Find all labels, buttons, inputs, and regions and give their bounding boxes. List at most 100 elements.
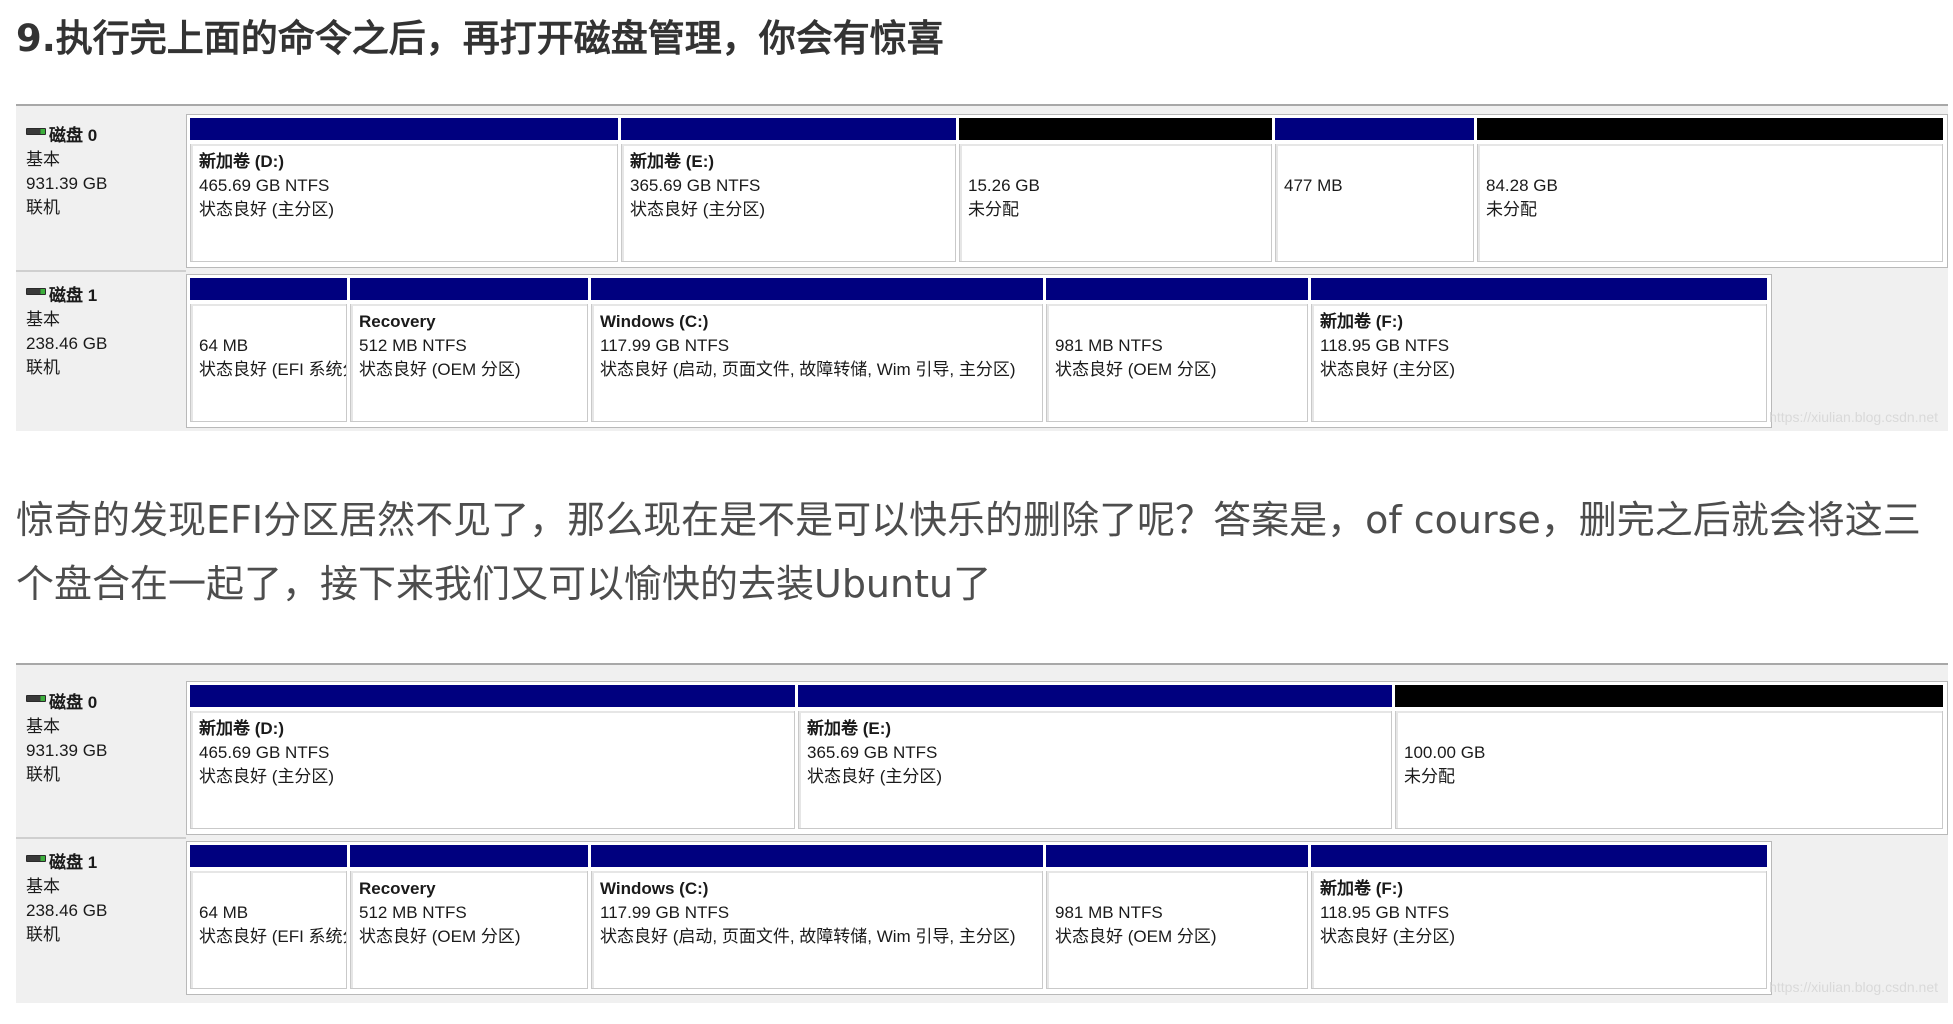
partition-size: 465.69 GB NTFS bbox=[199, 743, 330, 762]
partition-d[interactable]: 新加卷 (D:) 465.69 GB NTFS 状态良好 (主分区) bbox=[190, 685, 795, 829]
partition-f[interactable]: 新加卷 (F:) 118.95 GB NTFS 状态良好 (主分区) bbox=[1311, 845, 1767, 989]
partition-oem[interactable]: 981 MB NTFS 状态良好 (OEM 分区) bbox=[1046, 845, 1308, 989]
partition-efi[interactable]: 64 MB 状态良好 (EFI 系统分区) bbox=[190, 278, 347, 422]
partition-bar bbox=[190, 118, 618, 140]
partition-windows-c[interactable]: Windows (C:) 117.99 GB NTFS 状态良好 (启动, 页面… bbox=[591, 845, 1043, 989]
disk-size: 238.46 GB bbox=[26, 901, 108, 920]
row-divider bbox=[16, 270, 186, 272]
partition-bar bbox=[591, 278, 1043, 300]
partition-size: 477 MB bbox=[1284, 176, 1343, 195]
partition-bar bbox=[1395, 685, 1943, 707]
disk-icon bbox=[26, 287, 46, 295]
partition-name bbox=[199, 310, 340, 334]
partition-size: 512 MB NTFS bbox=[359, 336, 467, 355]
partition-strip: 64 MB 状态良好 (EFI 系统分区) Recovery 512 MB NT… bbox=[186, 274, 1772, 428]
partition-status: 状态良好 (EFI 系统分区) bbox=[199, 360, 346, 379]
disk-type: 基本 bbox=[26, 717, 60, 736]
partition-status: 状态良好 (启动, 页面文件, 故障转储, Wim 引导, 主分区) bbox=[600, 360, 1016, 379]
watermark: https://xiulian.blog.csdn.net bbox=[1769, 409, 1938, 425]
disk-info[interactable]: 磁盘 1 基本 238.46 GB 联机 bbox=[16, 841, 184, 947]
partition-name bbox=[968, 150, 1265, 174]
body-paragraph: 惊奇的发现EFI分区居然不见了，那么现在是不是可以快乐的删除了呢？答案是，of … bbox=[16, 498, 1921, 606]
section-heading: 9.执行完上面的命令之后，再打开磁盘管理，你会有惊喜 bbox=[16, 17, 944, 60]
watermark: https://xiulian.blog.csdn.net bbox=[1769, 979, 1938, 995]
disk-icon bbox=[26, 127, 46, 135]
partition-name bbox=[1055, 310, 1301, 334]
disk-status: 联机 bbox=[26, 198, 60, 217]
partition-e[interactable]: 新加卷 (E:) 365.69 GB NTFS 状态良好 (主分区) bbox=[798, 685, 1392, 829]
partition-size: 365.69 GB NTFS bbox=[630, 176, 761, 195]
partition-name: Windows (C:) bbox=[600, 312, 709, 331]
partition-size: 118.95 GB NTFS bbox=[1320, 903, 1450, 922]
partition-strip: 新加卷 (D:) 465.69 GB NTFS 状态良好 (主分区) 新加卷 (… bbox=[186, 681, 1948, 835]
partition-bar bbox=[621, 118, 956, 140]
disk-name: 磁盘 0 bbox=[49, 693, 98, 712]
partition-unallocated-1[interactable]: 15.26 GB 未分配 bbox=[959, 118, 1272, 262]
partition-status: 状态良好 (主分区) bbox=[807, 767, 943, 786]
disk-type: 基本 bbox=[26, 877, 60, 896]
partition-status: 状态良好 (OEM 分区) bbox=[359, 360, 521, 379]
partition-size: 512 MB NTFS bbox=[359, 903, 467, 922]
partition-efi[interactable]: 64 MB 状态良好 (EFI 系统分区) bbox=[190, 845, 347, 989]
partition-size: 117.99 GB NTFS bbox=[600, 903, 730, 922]
partition-status: 状态良好 (EFI 系统分区) bbox=[199, 927, 346, 946]
partition-recovery[interactable]: Recovery 512 MB NTFS 状态良好 (OEM 分区) bbox=[350, 278, 588, 422]
partition-name: Recovery bbox=[359, 879, 436, 898]
partition-status: 状态良好 (主分区) bbox=[1320, 360, 1456, 379]
partition-name: 新加卷 (E:) bbox=[807, 719, 892, 738]
disk-status: 联机 bbox=[26, 765, 60, 784]
partition-f[interactable]: 新加卷 (F:) 118.95 GB NTFS 状态良好 (主分区) bbox=[1311, 278, 1767, 422]
partition-windows-c[interactable]: Windows (C:) 117.99 GB NTFS 状态良好 (启动, 页面… bbox=[591, 278, 1043, 422]
partition-size: 981 MB NTFS bbox=[1055, 336, 1163, 355]
partition-name: 新加卷 (F:) bbox=[1320, 879, 1404, 898]
partition-size: 981 MB NTFS bbox=[1055, 903, 1163, 922]
partition-bar bbox=[190, 278, 347, 300]
partition-bar bbox=[798, 685, 1392, 707]
disk-type: 基本 bbox=[26, 310, 60, 329]
partition-d[interactable]: 新加卷 (D:) 465.69 GB NTFS 状态良好 (主分区) bbox=[190, 118, 618, 262]
row-divider bbox=[16, 837, 186, 839]
partition-bar bbox=[1311, 278, 1767, 300]
partition-bar bbox=[190, 845, 347, 867]
partition-status: 状态良好 (OEM 分区) bbox=[1055, 360, 1217, 379]
partition-status: 未分配 bbox=[968, 200, 1019, 219]
partition-bar bbox=[350, 278, 588, 300]
partition-size: 118.95 GB NTFS bbox=[1320, 336, 1450, 355]
partition-bar bbox=[190, 685, 795, 707]
partition-bar bbox=[959, 118, 1272, 140]
partition-status: 状态良好 (OEM 分区) bbox=[1055, 927, 1217, 946]
partition-unallocated-2[interactable]: 84.28 GB 未分配 bbox=[1477, 118, 1943, 262]
partition-bar bbox=[1311, 845, 1767, 867]
disk-management-panel-after: 磁盘 0 基本 931.39 GB 联机 新加卷 (D:) 465.69 GB … bbox=[16, 663, 1948, 1003]
partition-477mb[interactable]: 477 MB bbox=[1275, 118, 1474, 262]
disk-info[interactable]: 磁盘 1 基本 238.46 GB 联机 bbox=[16, 274, 184, 380]
partition-status: 未分配 bbox=[1486, 200, 1537, 219]
partition-oem[interactable]: 981 MB NTFS 状态良好 (OEM 分区) bbox=[1046, 278, 1308, 422]
disk-size: 931.39 GB bbox=[26, 741, 108, 760]
partition-size: 84.28 GB bbox=[1486, 176, 1558, 195]
partition-bar bbox=[1477, 118, 1943, 140]
disk-info[interactable]: 磁盘 0 基本 931.39 GB 联机 bbox=[16, 681, 184, 787]
partition-status: 状态良好 (启动, 页面文件, 故障转储, Wim 引导, 主分区) bbox=[600, 927, 1016, 946]
disk-icon bbox=[26, 694, 46, 702]
disk-name: 磁盘 1 bbox=[49, 853, 98, 872]
partition-bar bbox=[1046, 845, 1308, 867]
partition-bar bbox=[350, 845, 588, 867]
partition-status: 状态良好 (OEM 分区) bbox=[359, 927, 521, 946]
partition-strip: 64 MB 状态良好 (EFI 系统分区) Recovery 512 MB NT… bbox=[186, 841, 1772, 995]
partition-e[interactable]: 新加卷 (E:) 365.69 GB NTFS 状态良好 (主分区) bbox=[621, 118, 956, 262]
partition-status: 未分配 bbox=[1404, 767, 1455, 786]
partition-strip: 新加卷 (D:) 465.69 GB NTFS 状态良好 (主分区) 新加卷 (… bbox=[186, 114, 1948, 268]
partition-name bbox=[199, 877, 340, 901]
partition-size: 465.69 GB NTFS bbox=[199, 176, 330, 195]
disk-status: 联机 bbox=[26, 358, 60, 377]
partition-size: 100.00 GB bbox=[1404, 743, 1486, 762]
disk-status: 联机 bbox=[26, 925, 60, 944]
partition-unallocated[interactable]: 100.00 GB 未分配 bbox=[1395, 685, 1943, 829]
disk-info[interactable]: 磁盘 0 基本 931.39 GB 联机 bbox=[16, 114, 184, 220]
partition-size: 15.26 GB bbox=[968, 176, 1040, 195]
partition-name bbox=[1055, 877, 1301, 901]
partition-name bbox=[1486, 150, 1936, 174]
partition-status: 状态良好 (主分区) bbox=[630, 200, 766, 219]
partition-recovery[interactable]: Recovery 512 MB NTFS 状态良好 (OEM 分区) bbox=[350, 845, 588, 989]
